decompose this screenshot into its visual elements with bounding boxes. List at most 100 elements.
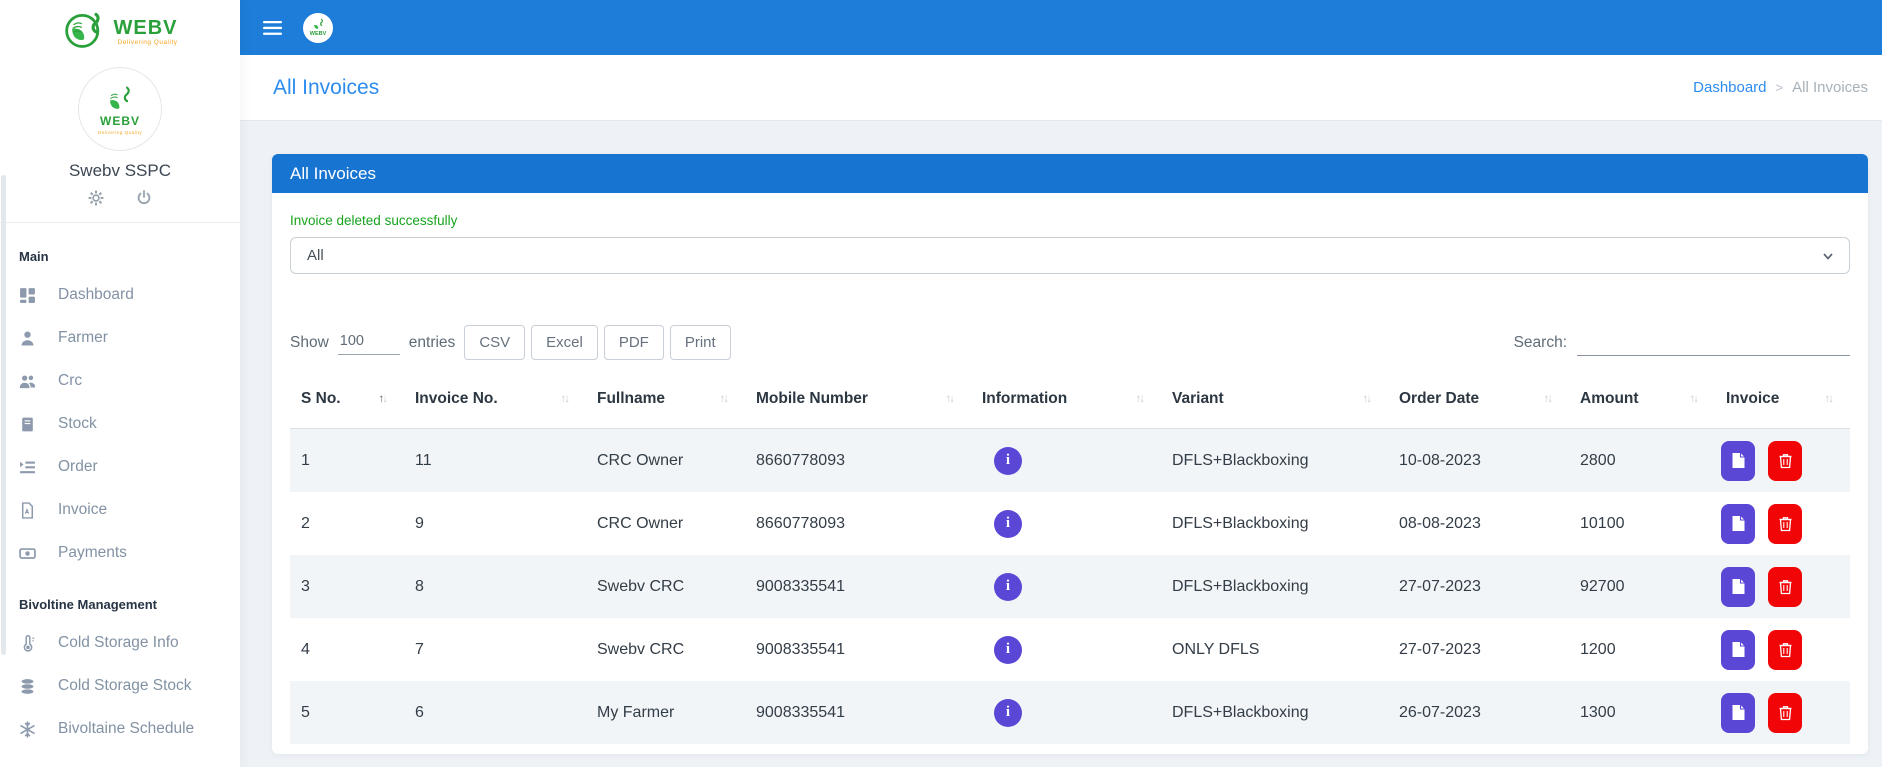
filter-selected-value: All bbox=[307, 247, 324, 264]
sort-icon: ↑↓ bbox=[1363, 393, 1371, 405]
col-header-amount[interactable]: Amount↑↓ bbox=[1569, 370, 1715, 428]
chevron-down-icon bbox=[1821, 249, 1835, 263]
csv-export-button[interactable]: CSV bbox=[464, 325, 525, 360]
sort-icon: ↑↓ bbox=[1136, 393, 1144, 405]
breadcrumb: Dashboard > All Invoices bbox=[1693, 79, 1868, 96]
sort-icon: ↑↓ bbox=[1544, 393, 1552, 405]
page-title: All Invoices bbox=[273, 76, 379, 100]
document-icon bbox=[1731, 515, 1746, 532]
info-icon: i bbox=[1006, 515, 1010, 532]
col-header-mobile[interactable]: Mobile Number↑↓ bbox=[745, 370, 971, 428]
excel-export-button[interactable]: Excel bbox=[531, 325, 598, 360]
sidebar-item-order[interactable]: Order bbox=[19, 458, 240, 476]
info-button[interactable]: i bbox=[994, 510, 1022, 538]
document-icon bbox=[1731, 578, 1746, 595]
info-icon: i bbox=[1006, 704, 1010, 721]
delete-invoice-button[interactable] bbox=[1768, 441, 1802, 481]
show-label: Show bbox=[290, 334, 329, 352]
col-header-order-date[interactable]: Order Date↑↓ bbox=[1388, 370, 1569, 428]
table-row: 3 8 Swebv CRC 9008335541 i DFLS+Blackbox… bbox=[290, 555, 1850, 618]
invoices-table: S No.↑↓ Invoice No.↑↓ Fullname↑↓ Mobile … bbox=[290, 370, 1850, 744]
thermometer-icon bbox=[19, 635, 36, 652]
brand-tagline: Delivering Quality bbox=[114, 40, 178, 47]
snowflake-icon bbox=[19, 721, 36, 738]
delete-invoice-button[interactable] bbox=[1768, 693, 1802, 733]
breadcrumb-dashboard-link[interactable]: Dashboard bbox=[1693, 79, 1766, 96]
col-header-invoice[interactable]: Invoice↑↓ bbox=[1715, 370, 1850, 428]
menu-toggle-button[interactable] bbox=[263, 20, 282, 36]
success-alert: Invoice deleted successfully bbox=[290, 213, 1850, 228]
trash-icon bbox=[1778, 578, 1793, 595]
variant-filter-select[interactable]: All bbox=[290, 237, 1850, 274]
sidebar-item-invoice[interactable]: Invoice bbox=[19, 501, 240, 519]
profile-section: WEBV Delivering Quality Swebv SSPC bbox=[0, 61, 240, 223]
info-icon: i bbox=[1006, 641, 1010, 658]
info-icon: i bbox=[1006, 452, 1010, 469]
sidebar-scrollbar[interactable] bbox=[1, 175, 6, 655]
info-button[interactable]: i bbox=[994, 636, 1022, 664]
col-header-sno[interactable]: S No.↑↓ bbox=[290, 370, 404, 428]
trash-icon bbox=[1778, 452, 1793, 469]
document-icon bbox=[1731, 704, 1746, 721]
col-header-invoice-no[interactable]: Invoice No.↑↓ bbox=[404, 370, 586, 428]
delete-invoice-button[interactable] bbox=[1768, 567, 1802, 607]
sidebar-menu: Main Dashboard Farmer Crc bbox=[0, 223, 240, 738]
view-invoice-button[interactable] bbox=[1721, 630, 1755, 670]
info-button[interactable]: i bbox=[994, 699, 1022, 727]
sidebar-item-farmer[interactable]: Farmer bbox=[19, 329, 240, 347]
document-icon bbox=[1731, 641, 1746, 658]
money-icon bbox=[19, 545, 36, 562]
sidebar: WEBV Delivering Quality WEBV Delivering … bbox=[0, 0, 240, 767]
menu-section-bivoltine: Bivoltine Management bbox=[19, 597, 240, 612]
view-invoice-button[interactable] bbox=[1721, 504, 1755, 544]
database-icon bbox=[19, 678, 36, 695]
settings-gear-icon[interactable] bbox=[88, 190, 104, 206]
table-header-row: S No.↑↓ Invoice No.↑↓ Fullname↑↓ Mobile … bbox=[290, 370, 1850, 429]
sidebar-item-payments[interactable]: Payments bbox=[19, 544, 240, 562]
sidebar-item-stock[interactable]: Stock bbox=[19, 415, 240, 433]
file-icon bbox=[19, 502, 36, 519]
leaf-logo-icon bbox=[63, 8, 107, 57]
col-header-information[interactable]: Information↑↓ bbox=[971, 370, 1161, 428]
view-invoice-button[interactable] bbox=[1721, 693, 1755, 733]
topbar-brand-logo[interactable]: WEBV bbox=[303, 13, 333, 43]
trash-icon bbox=[1778, 515, 1793, 532]
sidebar-item-crc[interactable]: Crc bbox=[19, 372, 240, 390]
table-row: 5 6 My Farmer 9008335541 i DFLS+Blackbox… bbox=[290, 681, 1850, 744]
search-input[interactable] bbox=[1577, 329, 1850, 356]
sort-icon: ↑↓ bbox=[946, 393, 954, 405]
trash-icon bbox=[1778, 704, 1793, 721]
sidebar-item-cold-storage-info[interactable]: Cold Storage Info bbox=[19, 634, 240, 652]
entries-count-input[interactable] bbox=[338, 330, 400, 355]
info-button[interactable]: i bbox=[994, 573, 1022, 601]
delete-invoice-button[interactable] bbox=[1768, 504, 1802, 544]
sidebar-item-cold-storage-stock[interactable]: Cold Storage Stock bbox=[19, 677, 240, 695]
sort-icon: ↑↓ bbox=[720, 393, 728, 405]
profile-name: Swebv SSPC bbox=[0, 161, 240, 181]
breadcrumb-current: All Invoices bbox=[1792, 79, 1868, 96]
table-row: 4 7 Swebv CRC 9008335541 i ONLY DFLS 27-… bbox=[290, 618, 1850, 681]
sidebar-item-dashboard[interactable]: Dashboard bbox=[19, 286, 240, 304]
sidebar-item-bivoltaine-schedule[interactable]: Bivoltaine Schedule bbox=[19, 720, 240, 738]
trash-icon bbox=[1778, 641, 1793, 658]
entries-label: entries bbox=[409, 334, 456, 352]
view-invoice-button[interactable] bbox=[1721, 441, 1755, 481]
document-icon bbox=[1731, 452, 1746, 469]
card-title: All Invoices bbox=[290, 164, 376, 184]
menu-section-main: Main bbox=[19, 249, 240, 264]
brand-logo[interactable]: WEBV Delivering Quality bbox=[0, 0, 240, 61]
book-icon bbox=[19, 416, 36, 433]
sort-icon: ↑↓ bbox=[1690, 393, 1698, 405]
avatar: WEBV Delivering Quality bbox=[78, 67, 162, 151]
col-header-variant[interactable]: Variant↑↓ bbox=[1161, 370, 1388, 428]
info-button[interactable]: i bbox=[994, 447, 1022, 475]
pdf-export-button[interactable]: PDF bbox=[604, 325, 664, 360]
print-export-button[interactable]: Print bbox=[670, 325, 731, 360]
logout-power-icon[interactable] bbox=[136, 190, 152, 206]
content-area: All Invoices Invoice deleted successfull… bbox=[240, 121, 1882, 767]
delete-invoice-button[interactable] bbox=[1768, 630, 1802, 670]
topbar: WEBV bbox=[240, 0, 1882, 55]
view-invoice-button[interactable] bbox=[1721, 567, 1755, 607]
col-header-fullname[interactable]: Fullname↑↓ bbox=[586, 370, 745, 428]
search-label: Search: bbox=[1514, 334, 1567, 352]
